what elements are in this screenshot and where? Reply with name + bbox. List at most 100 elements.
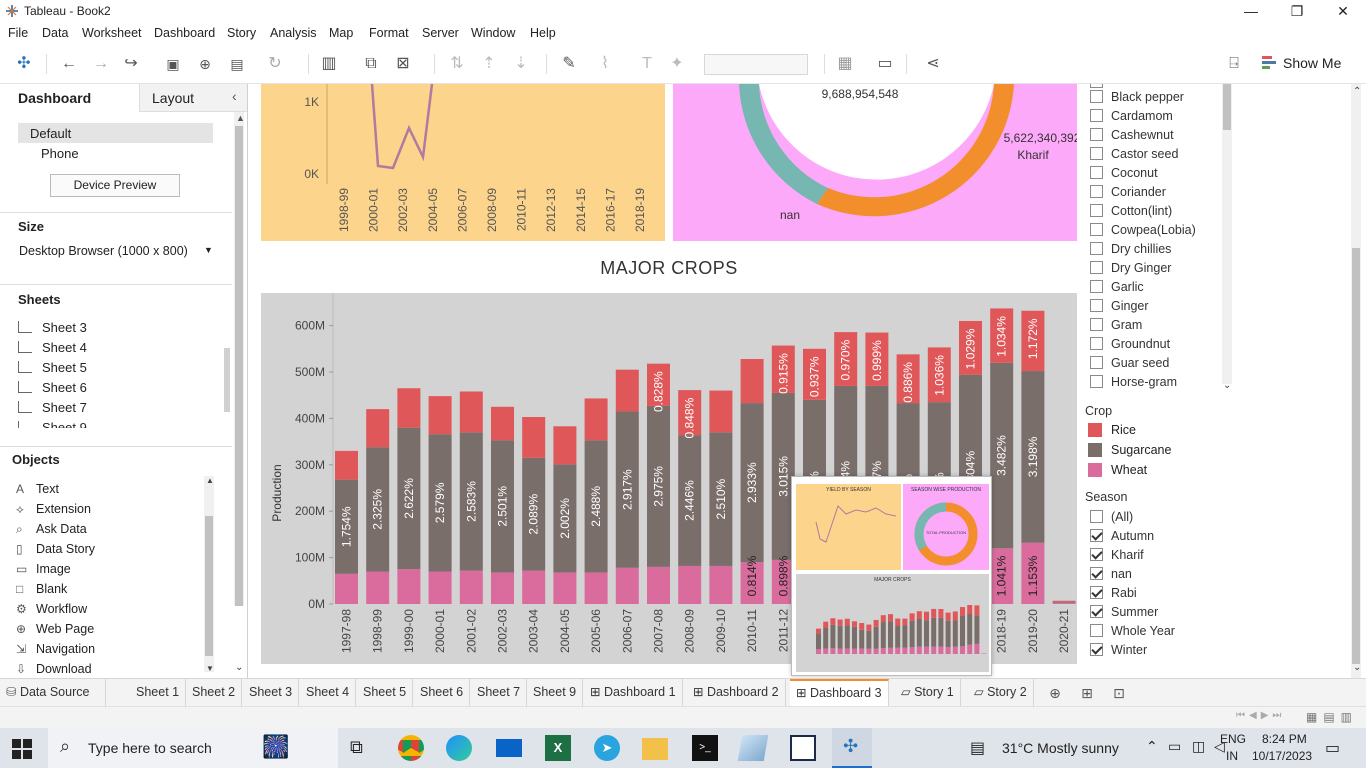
canvas-scroll-down-icon[interactable]: ⌄ bbox=[1353, 662, 1361, 673]
new-worksheet-tab-icon[interactable]: ⊕ bbox=[1044, 682, 1066, 704]
crop-filter-scrollbar[interactable] bbox=[1222, 84, 1232, 384]
sheet-item[interactable]: Sheet 5 bbox=[18, 360, 87, 378]
notepad-icon[interactable] bbox=[737, 735, 769, 761]
tableau-home-icon[interactable]: ✣ bbox=[13, 53, 35, 75]
bar-wheat[interactable] bbox=[491, 572, 514, 604]
canvas-scroll-up-icon[interactable]: ⌃ bbox=[1353, 86, 1361, 97]
bar-rice[interactable] bbox=[709, 390, 733, 433]
file-explorer-icon[interactable] bbox=[642, 738, 668, 760]
checkbox[interactable] bbox=[1090, 586, 1103, 599]
collapse-chevron-icon[interactable]: ‹ bbox=[232, 88, 237, 104]
objects-scrollbar[interactable] bbox=[204, 476, 214, 672]
crop-filter-item[interactable]: Cowpea(Lobia) bbox=[1090, 223, 1196, 242]
pause-updates-icon[interactable]: ▤ bbox=[226, 53, 248, 75]
season-filter-item[interactable]: nan bbox=[1090, 567, 1132, 586]
save-icon[interactable]: ▣ bbox=[162, 53, 184, 75]
crop-filter-item[interactable]: Castor seed bbox=[1090, 147, 1178, 166]
crop-filter-item[interactable]: Cashewnut bbox=[1090, 128, 1174, 147]
crop-filter-item[interactable]: Coriander bbox=[1090, 185, 1166, 204]
bar-wheat[interactable] bbox=[366, 571, 390, 604]
season-filter-item[interactable]: Autumn bbox=[1090, 529, 1154, 548]
tab-sheet-9[interactable]: Sheet 9 bbox=[527, 679, 584, 707]
menu-window[interactable]: Window bbox=[471, 26, 515, 40]
bar-wheat[interactable] bbox=[335, 573, 358, 604]
presentation-mode-icon[interactable]: ▭ bbox=[874, 53, 896, 75]
bar-rice[interactable] bbox=[1052, 600, 1076, 602]
tab-dashboard-2[interactable]: ⊞ Dashboard 2 bbox=[687, 679, 786, 707]
excel-icon[interactable]: X bbox=[545, 735, 571, 761]
menu-story[interactable]: Story bbox=[227, 26, 256, 40]
tab-dashboard[interactable]: Dashboard bbox=[0, 84, 139, 112]
object-text[interactable]: A Text bbox=[16, 482, 59, 500]
tableau-taskbar-button[interactable]: ✣ bbox=[832, 728, 872, 768]
crop-filter-item[interactable]: Groundnut bbox=[1090, 337, 1170, 356]
crop-filter-item[interactable]: Dry chillies bbox=[1090, 242, 1171, 261]
object-web-page[interactable]: ⊕ Web Page bbox=[16, 622, 94, 640]
menu-analysis[interactable]: Analysis bbox=[270, 26, 317, 40]
swap-icon[interactable]: ⇅ bbox=[446, 53, 468, 75]
tab-sheet-1[interactable]: Sheet 1 bbox=[130, 679, 187, 707]
season-filter-item[interactable]: Kharif bbox=[1090, 548, 1144, 567]
crop-filter-item[interactable]: Black pepper bbox=[1090, 90, 1184, 109]
highlight-icon[interactable]: ✎ bbox=[558, 53, 580, 75]
crop-filter-item[interactable]: Guar seed bbox=[1090, 356, 1169, 375]
redo-icon[interactable]: → bbox=[90, 53, 112, 75]
season-wise-production-chart[interactable]: 9,688,954,548 5,622,340,392 Kharif nan bbox=[673, 84, 1077, 241]
checkbox[interactable] bbox=[1090, 90, 1103, 103]
sort-desc-icon[interactable]: ⇣ bbox=[510, 53, 532, 75]
chrome-icon[interactable] bbox=[398, 735, 424, 761]
fit-dropdown[interactable] bbox=[704, 54, 808, 75]
bar-rice[interactable] bbox=[740, 359, 764, 404]
group-icon[interactable]: ⌇ bbox=[594, 53, 616, 75]
checkbox[interactable] bbox=[1090, 185, 1103, 198]
bar-wheat[interactable] bbox=[678, 565, 702, 604]
bar-rice[interactable] bbox=[428, 396, 452, 435]
checkbox[interactable] bbox=[1090, 624, 1103, 637]
checkbox[interactable] bbox=[1090, 261, 1103, 274]
view-toggle-icons[interactable]: ▦▤▥ bbox=[1306, 710, 1358, 724]
tab-story-2[interactable]: ▱ Story 2 bbox=[968, 679, 1034, 707]
size-dropdown[interactable]: Desktop Browser (1000 x 800) ▼ bbox=[18, 242, 218, 262]
windows-start-icon[interactable] bbox=[12, 739, 32, 759]
bar-wheat[interactable] bbox=[428, 571, 452, 604]
checkbox[interactable] bbox=[1090, 109, 1103, 122]
crop-filter-item[interactable]: Cardamom bbox=[1090, 109, 1173, 128]
objects-scroll-up-icon[interactable]: ▲ bbox=[206, 476, 214, 485]
show-me-button[interactable]: Show Me bbox=[1283, 55, 1341, 71]
terminal-icon[interactable]: >_ bbox=[692, 735, 718, 761]
weather-text[interactable]: 31°C Mostly sunny bbox=[1002, 740, 1119, 756]
tab-story-1[interactable]: ▱ Story 1 bbox=[895, 679, 961, 707]
tab-layout[interactable]: Layout ‹ bbox=[139, 84, 247, 112]
bar-rice[interactable] bbox=[553, 426, 577, 465]
bar-wheat[interactable] bbox=[615, 567, 639, 604]
object-navigation[interactable]: ⇲ Navigation bbox=[16, 642, 95, 660]
bar-rice[interactable] bbox=[491, 406, 514, 441]
checkbox[interactable] bbox=[1090, 375, 1103, 388]
yield-by-season-chart[interactable]: 1K 0K 1998-99 2000-01 2002-03 2004-05 2006-0… bbox=[261, 84, 665, 241]
bar-wheat[interactable] bbox=[459, 570, 483, 604]
bar-sugarcane[interactable] bbox=[1052, 601, 1076, 603]
checkbox[interactable] bbox=[1090, 548, 1103, 561]
bar-wheat[interactable] bbox=[647, 566, 670, 604]
weather-icon[interactable]: ▤ bbox=[970, 738, 985, 758]
bar-wheat[interactable] bbox=[553, 572, 577, 604]
object-ask-data[interactable]: ⌕ Ask Data bbox=[16, 522, 87, 540]
notifications-icon[interactable]: ▭ bbox=[1325, 738, 1340, 758]
refresh-icon[interactable]: ↻ bbox=[264, 53, 286, 75]
restore-button[interactable]: ❐ bbox=[1274, 0, 1320, 22]
objects-scroll-down-icon[interactable]: ▼ bbox=[206, 664, 214, 673]
network-icon[interactable]: ◫ bbox=[1192, 738, 1205, 755]
new-story-tab-icon[interactable]: ⊡ bbox=[1108, 682, 1130, 704]
season-filter-item[interactable]: Whole Year bbox=[1090, 624, 1175, 643]
bar-rice[interactable] bbox=[615, 369, 639, 412]
menu-worksheet[interactable]: Worksheet bbox=[82, 26, 142, 40]
bar-rice[interactable] bbox=[335, 450, 358, 480]
object-workflow[interactable]: ⚙ Workflow bbox=[16, 602, 87, 620]
duplicate-icon[interactable]: ⧉ bbox=[360, 53, 382, 75]
sheets-scrollbar[interactable] bbox=[224, 348, 230, 412]
new-worksheet-icon[interactable]: ▥ bbox=[318, 53, 340, 75]
tab-sheet-4[interactable]: Sheet 4 bbox=[300, 679, 357, 707]
menu-format[interactable]: Format bbox=[369, 26, 409, 40]
device-default[interactable]: Default bbox=[18, 123, 213, 143]
season-filter-item[interactable]: Rabi bbox=[1090, 586, 1137, 605]
